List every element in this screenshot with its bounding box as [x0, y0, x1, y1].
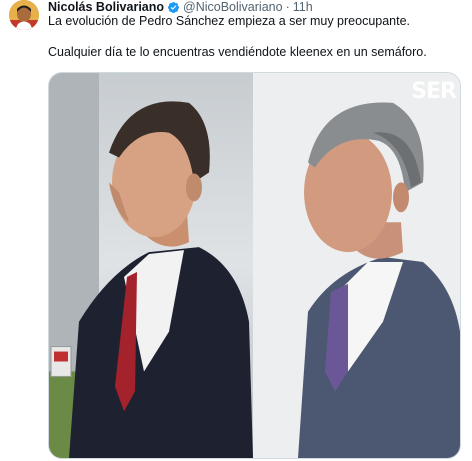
avatar-image [9, 0, 39, 30]
verified-badge-icon [167, 1, 180, 13]
header-separator: · [285, 0, 290, 14]
left-photo[interactable] [49, 73, 253, 458]
tweet-timestamp[interactable]: 11h [293, 0, 313, 14]
tweet-text-line-2: Cualquier día te lo encuentras vendiéndo… [48, 45, 427, 59]
right-photo[interactable]: SER [253, 73, 460, 458]
right-photo-image [253, 73, 460, 458]
tweet-media[interactable]: SER [48, 72, 461, 459]
tweet-header: Nicolás Bolivariano @NicoBolivariano · 1… [48, 0, 313, 14]
tweet-text-line-1: La evolución de Pedro Sánchez empieza a … [48, 14, 411, 28]
ser-watermark: SER [411, 79, 457, 104]
author-avatar[interactable] [9, 0, 39, 30]
left-photo-image [49, 73, 253, 458]
author-name[interactable]: Nicolás Bolivariano [48, 0, 164, 14]
author-handle[interactable]: @NicoBolivariano [183, 0, 283, 14]
